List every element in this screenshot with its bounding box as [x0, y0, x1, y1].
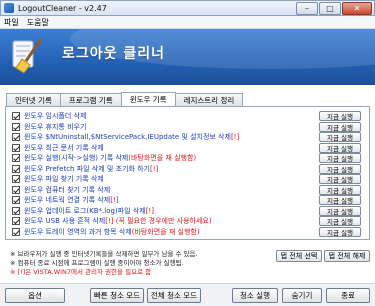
option-note: [!]: [150, 164, 159, 173]
option-label: 윈도우 최근 문서 기록 삭제: [24, 143, 104, 152]
option-row[interactable]: 윈도우 임시폴더 삭제: [12, 111, 86, 121]
maximize-button[interactable]: □: [319, 2, 341, 15]
option-note: (바탕화면을 재 실행함): [128, 154, 197, 162]
close-icon: ✕: [353, 4, 361, 13]
checkbox[interactable]: [12, 164, 20, 173]
tab-panel: 윈도우 임시폴더 삭제 지금 실행 윈도우 휴지통 비우기 지금 실행 윈도우 …: [5, 106, 370, 240]
tab-registry-cleanup[interactable]: 레지스트리 정리: [174, 93, 244, 106]
title-bar: LogoutCleaner - v2.47 – □ ✕: [0, 0, 375, 16]
run-now-button[interactable]: 지금 실행: [319, 216, 361, 226]
option-row[interactable]: 윈도우 업데이트 로그(KB*.log)파일 삭제 [!]: [12, 206, 154, 216]
menu-help[interactable]: 도움말: [27, 17, 49, 28]
run-now-button[interactable]: 지금 실행: [319, 132, 361, 142]
clear-all-button[interactable]: 탭 전체 해제: [324, 250, 370, 262]
option-label: 윈도우 트레이 영역의 과거 항목 삭제: [24, 227, 132, 236]
option-row[interactable]: 윈도우 최근 문서 기록 삭제: [12, 143, 104, 153]
checkbox[interactable]: [12, 185, 20, 194]
note-line: ※ [!]은 VISTA,WIN7에서 관리자 권한을 필요로 함: [10, 268, 152, 276]
minimize-icon: –: [305, 4, 309, 13]
option-label: 윈도우 컴퓨터 찾기 기록 삭제: [24, 185, 111, 194]
option-label: 윈도우 업데이트 로그(KB*.log)파일 삭제: [24, 206, 146, 215]
exit-button[interactable]: 종료: [326, 288, 370, 303]
note-line: ※ 컴퓨터 종료 시점에 프로그램이 실행 중이어야 청소가 실행됨.: [10, 259, 184, 267]
close-button[interactable]: ✕: [342, 2, 372, 15]
option-row[interactable]: 윈도우 트레이 영역의 과거 항목 삭제 (바탕화면을 재 실행함): [12, 227, 200, 237]
window-title: LogoutCleaner - v2.47: [18, 3, 107, 13]
option-row[interactable]: 윈도우 파일 찾기 기록 삭제: [12, 174, 104, 184]
full-clean-button[interactable]: 전체 청소 모드: [147, 288, 201, 303]
notes: ※ 브라우저가 실행 중 인터넷기록들을 삭제하면 일부가 남을 수 있음. ※…: [10, 250, 198, 277]
option-note: [!]: [110, 196, 119, 204]
option-note: [!]: [230, 133, 240, 141]
option-row[interactable]: 윈도우 $NtUninstall,$NtServicePack,IEUpdate…: [12, 132, 239, 142]
run-now-button[interactable]: 지금 실행: [319, 111, 361, 121]
option-label: 윈도우 임시폴더 삭제: [24, 112, 87, 120]
option-row[interactable]: 윈도우 USB 사용 흔적 삭제 [!] (꼭 필요한 경우에만 사용하세요): [12, 216, 212, 226]
option-row[interactable]: 윈도우 실행(시작->실행) 기록 삭제 (바탕화면을 재 실행함): [12, 153, 196, 163]
tab-internet-history[interactable]: 인터넷 기록: [6, 93, 61, 106]
option-note: (바탕화면을 재 실행함): [131, 227, 200, 236]
run-now-button[interactable]: 지금 실행: [319, 142, 361, 153]
checkbox[interactable]: [12, 122, 20, 131]
run-now-button[interactable]: 지금 실행: [319, 226, 361, 237]
checkbox[interactable]: [12, 196, 20, 204]
banner-title: 로그아웃 클리너: [62, 46, 166, 62]
select-all-button[interactable]: 탭 전체 선택: [276, 250, 322, 262]
option-label: 윈도우 Prefetch 파일 삭제 및 초기화 하기: [24, 164, 150, 173]
run-now-button[interactable]: 지금 실행: [319, 121, 361, 132]
menu-file[interactable]: 파일: [4, 17, 19, 28]
bottom-toolbar: 옵션 빠른 청소 모드 전체 청소 모드 청소 실행 숨기기 종료: [0, 283, 375, 306]
checkbox[interactable]: [12, 143, 20, 152]
run-now-button[interactable]: 지금 실행: [319, 163, 361, 174]
option-row[interactable]: 윈도우 컴퓨터 찾기 기록 삭제: [12, 185, 110, 195]
run-now-button[interactable]: 지금 실행: [319, 195, 361, 205]
checkbox[interactable]: [12, 175, 20, 183]
maximize-icon: □: [326, 4, 334, 13]
checkbox[interactable]: [12, 133, 20, 141]
checkbox[interactable]: [12, 154, 20, 162]
option-label: 윈도우 파일 찾기 기록 삭제: [24, 175, 104, 183]
minimize-button[interactable]: –: [296, 2, 318, 15]
option-note: [!]: [145, 206, 154, 215]
option-row[interactable]: 윈도우 Prefetch 파일 삭제 및 초기화 하기 [!]: [12, 164, 158, 174]
tab-windows-history[interactable]: 윈도우 기록: [120, 92, 176, 106]
checkbox[interactable]: [12, 227, 20, 236]
header-banner: 로그아웃 클리너: [0, 29, 375, 85]
menu-bar: 파일 도움말: [0, 16, 375, 29]
checkbox[interactable]: [12, 206, 20, 215]
option-label: 윈도우 실행(시작->실행) 기록 삭제: [24, 154, 129, 162]
checkbox[interactable]: [12, 217, 20, 225]
option-label: 윈도우 휴지통 비우기: [24, 122, 87, 131]
note-line: ※ 브라우저가 실행 중 인터넷기록들을 삭제하면 일부가 남을 수 있음.: [10, 250, 198, 258]
tab-program-history[interactable]: 프로그램 기록: [59, 93, 122, 106]
option-note: [!] (꼭 필요한 경우에만 사용하세요): [105, 217, 212, 225]
tab-strip: 인터넷 기록 프로그램 기록 윈도우 기록 레지스트리 정리: [6, 92, 244, 106]
option-row[interactable]: 윈도우 휴지통 비우기: [12, 122, 86, 132]
option-label: 윈도우 $NtUninstall,$NtServicePack,IEUpdate…: [24, 133, 231, 141]
run-clean-button[interactable]: 청소 실행: [232, 288, 278, 303]
option-label: 윈도우 네트웍 연결 기록 삭제: [24, 196, 111, 204]
broom-logo-icon: [12, 38, 43, 74]
run-now-button[interactable]: 지금 실행: [319, 184, 361, 195]
options-button[interactable]: 옵션: [5, 288, 65, 303]
checkbox[interactable]: [12, 112, 20, 120]
option-label: 윈도우 USB 사용 흔적 삭제: [24, 217, 106, 225]
run-now-button[interactable]: 지금 실행: [319, 205, 361, 216]
run-now-button[interactable]: 지금 실행: [319, 174, 361, 184]
run-now-button[interactable]: 지금 실행: [319, 153, 361, 163]
quick-clean-button[interactable]: 빠른 청소 모드: [90, 288, 144, 303]
app-icon: [4, 3, 14, 13]
hide-button[interactable]: 숨기기: [282, 288, 322, 303]
option-row[interactable]: 윈도우 네트웍 연결 기록 삭제 [!]: [12, 195, 118, 205]
